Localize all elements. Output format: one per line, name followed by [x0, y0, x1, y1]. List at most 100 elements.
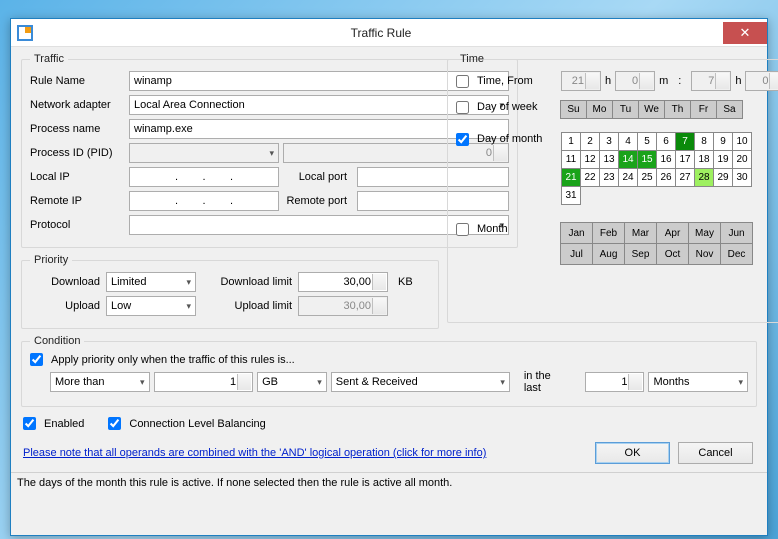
dl-limit-spin[interactable]: 30,00▲▼	[298, 272, 388, 292]
from-m[interactable]: 0▲▼	[615, 71, 655, 91]
protocol-label: Protocol	[30, 219, 125, 231]
dow-check[interactable]	[456, 101, 469, 114]
month-cell[interactable]: Mar	[624, 222, 657, 244]
dom-cell[interactable]: 26	[656, 168, 676, 187]
from-h[interactable]: 21▲▼	[561, 71, 601, 91]
dow-cell[interactable]: Fr	[690, 100, 717, 119]
dow-cell[interactable]: Mo	[586, 100, 613, 119]
note-link[interactable]: Please note that all operands are combin…	[21, 441, 488, 465]
cond-dir-select[interactable]: Sent & Received	[331, 372, 510, 392]
dom-cell[interactable]: 5	[637, 132, 657, 151]
dom-cell[interactable]: 16	[656, 150, 676, 169]
cond-val-spin[interactable]: 1▲▼	[154, 372, 254, 392]
enabled-check[interactable]	[23, 417, 36, 430]
ul-select[interactable]: Low	[106, 296, 196, 316]
month-check[interactable]	[456, 223, 469, 236]
to-m[interactable]: 0▲▼	[745, 71, 778, 91]
dom-cell[interactable]: 6	[656, 132, 676, 151]
dom-cell[interactable]: 9	[713, 132, 733, 151]
apply-check[interactable]	[30, 353, 43, 366]
month-cell[interactable]: Aug	[592, 243, 625, 265]
month-cell[interactable]: Jun	[720, 222, 753, 244]
dom-cell[interactable]: 4	[618, 132, 638, 151]
dow-cell[interactable]: Sa	[716, 100, 743, 119]
dom-cell[interactable]: 28	[694, 168, 714, 187]
dom-cell[interactable]: 25	[637, 168, 657, 187]
dow-cell[interactable]: We	[638, 100, 665, 119]
month-grid: JanFebMarAprMayJun JulAugSepOctNovDec	[561, 223, 760, 265]
ok-button[interactable]: OK	[595, 442, 670, 464]
dom-cell[interactable]: 10	[732, 132, 752, 151]
dow-cell[interactable]: Th	[664, 100, 691, 119]
apply-label: Apply priority only when the traffic of …	[51, 354, 295, 366]
month-cell[interactable]: Oct	[656, 243, 689, 265]
dl-label: Download	[30, 276, 100, 288]
remote-port-label: Remote port	[283, 195, 353, 207]
condition-legend: Condition	[30, 335, 84, 347]
clb-check[interactable]	[108, 417, 121, 430]
adapter-label: Network adapter	[30, 99, 125, 111]
dom-cell[interactable]: 3	[599, 132, 619, 151]
remote-ip-label: Remote IP	[30, 195, 125, 207]
dow-cell[interactable]: Tu	[612, 100, 639, 119]
traffic-legend: Traffic	[30, 53, 68, 65]
dom-cell[interactable]: 11	[561, 150, 581, 169]
cond-op-select[interactable]: More than	[50, 372, 150, 392]
dom-cell[interactable]: 22	[580, 168, 600, 187]
dom-cell[interactable]: 14	[618, 150, 638, 169]
month-cell[interactable]: Feb	[592, 222, 625, 244]
cond-unit-select[interactable]: GB	[257, 372, 327, 392]
ul-limit-spin[interactable]: 30,00▲▼	[298, 296, 388, 316]
dom-cell[interactable]: 20	[732, 150, 752, 169]
remote-ip-input[interactable]	[129, 191, 279, 211]
dom-cell[interactable]: 1	[561, 132, 581, 151]
dom-cell[interactable]: 18	[694, 150, 714, 169]
time-from-label: Time, From	[477, 75, 557, 87]
month-cell[interactable]: Nov	[688, 243, 721, 265]
dow-grid: SuMoTuWeThFrSa	[561, 101, 743, 119]
dom-cell[interactable]: 30	[732, 168, 752, 187]
close-button[interactable]: ✕	[723, 22, 767, 44]
local-ip-input[interactable]	[129, 167, 279, 187]
dom-cell[interactable]: 13	[599, 150, 619, 169]
dom-cell[interactable]: 23	[599, 168, 619, 187]
month-cell[interactable]: Sep	[624, 243, 657, 265]
dom-check[interactable]	[456, 133, 469, 146]
dom-cell[interactable]: 21	[561, 168, 581, 187]
window-title: Traffic Rule	[39, 26, 723, 40]
condition-group: Condition Apply priority only when the t…	[21, 335, 757, 407]
cancel-button[interactable]: Cancel	[678, 442, 753, 464]
month-cell[interactable]: Jul	[560, 243, 593, 265]
clb-label: Connection Level Balancing	[129, 418, 265, 430]
cond-n-spin[interactable]: 1▲▼	[585, 372, 645, 392]
cond-period-select[interactable]: Months	[648, 372, 748, 392]
month-cell[interactable]: Apr	[656, 222, 689, 244]
dom-cell[interactable]: 7	[675, 132, 695, 151]
dom-cell[interactable]: 31	[561, 186, 581, 205]
local-port-label: Local port	[283, 171, 353, 183]
dom-cell[interactable]: 2	[580, 132, 600, 151]
dom-cell[interactable]: 12	[580, 150, 600, 169]
to-h[interactable]: 7▲▼	[691, 71, 731, 91]
dom-cell[interactable]: 24	[618, 168, 638, 187]
dow-cell[interactable]: Su	[560, 100, 587, 119]
dom-cell[interactable]: 15	[637, 150, 657, 169]
dom-cell[interactable]: 17	[675, 150, 695, 169]
local-ip-label: Local IP	[30, 171, 125, 183]
dom-cell[interactable]: 19	[713, 150, 733, 169]
dialog-window: Traffic Rule ✕ Traffic Rule Name Network…	[10, 18, 768, 536]
dl-select[interactable]: Limited	[106, 272, 196, 292]
dom-cell[interactable]: 29	[713, 168, 733, 187]
dom-cell[interactable]: 27	[675, 168, 695, 187]
month-cell[interactable]: May	[688, 222, 721, 244]
month-cell[interactable]: Dec	[720, 243, 753, 265]
app-icon	[11, 25, 39, 41]
pid-combo[interactable]	[129, 143, 279, 163]
dom-cell[interactable]: 8	[694, 132, 714, 151]
month-cell[interactable]: Jan	[560, 222, 593, 244]
month-label: Month	[477, 223, 557, 235]
time-from-check[interactable]	[456, 75, 469, 88]
traffic-group: Traffic Rule Name Network adapter Local …	[21, 53, 518, 248]
titlebar: Traffic Rule ✕	[11, 19, 767, 47]
time-group: Time Time, From 21▲▼ h 0▲▼ m : 7▲▼ h 0▲▼…	[447, 53, 778, 323]
